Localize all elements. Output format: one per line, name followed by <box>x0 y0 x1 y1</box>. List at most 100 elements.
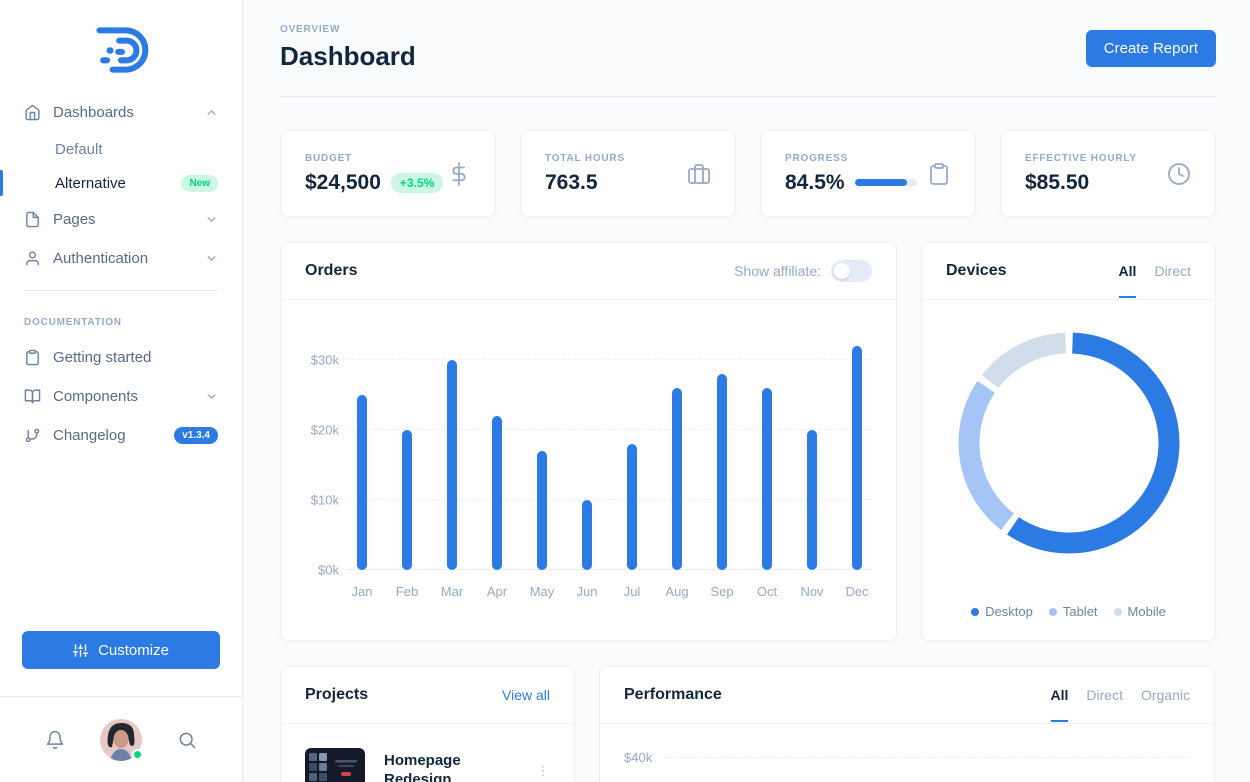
clipboard-icon <box>24 349 41 366</box>
donut-segment-tablet <box>958 332 1179 554</box>
sidebar-item-label: Dashboards <box>53 104 134 121</box>
stats-row: Budget $24,500 +3.5% Total hours 763.5 <box>280 130 1216 217</box>
bell-icon[interactable] <box>45 730 65 750</box>
sidebar-docs-nav: Getting started Components Changelog v1.… <box>0 338 242 455</box>
performance-tabs: All Direct Organic <box>1050 687 1190 722</box>
git-branch-icon <box>24 427 41 444</box>
orders-y-axis: $0k $10k $20k $30k <box>310 352 339 578</box>
orders-bar-chart: $0k $10k $20k $30k Jan Feb Mar Apr May Jun Jul Aug… <box>281 300 896 609</box>
projects-title: Projects <box>305 686 369 703</box>
stat-label: Progress <box>785 152 849 164</box>
bar <box>627 443 637 570</box>
sidebar-item-components[interactable]: Components <box>24 377 218 416</box>
stat-card-progress: Progress 84.5% <box>760 130 976 217</box>
sidebar-item-default[interactable]: Default <box>24 132 218 166</box>
stat-card-effective-hourly: Effective hourly $85.50 <box>1000 130 1216 217</box>
docs-section-heading: Documentation <box>24 317 122 328</box>
performance-title: Performance <box>624 686 722 703</box>
app-logo[interactable] <box>0 0 242 93</box>
chevron-up-icon <box>205 106 218 119</box>
show-affiliate-label: Show affiliate: <box>734 263 821 279</box>
view-all-link[interactable]: View all <box>502 687 550 703</box>
more-vertical-icon[interactable] <box>536 763 550 779</box>
stat-value: $24,500 <box>305 170 381 194</box>
divider <box>24 290 218 291</box>
bar <box>582 499 592 570</box>
performance-card: Performance All Direct Organic $40k <box>599 666 1215 782</box>
book-icon <box>24 388 41 405</box>
bar <box>852 345 862 570</box>
stat-card-budget: Budget $24,500 +3.5% <box>280 130 496 217</box>
sidebar-footer <box>0 696 242 782</box>
devices-title: Devices <box>946 262 1007 279</box>
show-affiliate-toggle[interactable] <box>831 260 872 282</box>
chevron-down-icon <box>205 213 218 226</box>
stat-label: Budget <box>305 152 353 164</box>
sidebar-item-getting-started[interactable]: Getting started <box>24 338 218 377</box>
tab-all[interactable]: All <box>1050 687 1068 722</box>
home-icon <box>24 104 41 121</box>
stat-value: 84.5% <box>785 170 845 194</box>
sidebar-item-changelog[interactable]: Changelog v1.3.4 <box>24 416 218 455</box>
sidebar-item-authentication[interactable]: Authentication <box>24 239 218 278</box>
bar <box>762 387 772 570</box>
customize-label: Customize <box>98 641 169 659</box>
page-title: Dashboard <box>280 41 416 71</box>
clipboard-icon <box>927 162 951 186</box>
sidebar-item-alternative[interactable]: Alternative New <box>0 166 218 200</box>
sidebar-item-label: Changelog <box>53 427 126 444</box>
y-tick-label: $40k <box>624 750 653 765</box>
active-indicator <box>0 170 3 196</box>
sidebar-item-label: Authentication <box>53 250 149 267</box>
user-icon <box>24 250 41 267</box>
online-status-dot <box>131 748 143 760</box>
bar <box>492 415 502 570</box>
devices-legend: Desktop Tablet Mobile <box>971 604 1166 619</box>
bar <box>357 394 367 570</box>
legend-item-tablet: Tablet <box>1048 604 1098 619</box>
tab-direct[interactable]: Direct <box>1154 263 1191 279</box>
new-badge: New <box>181 174 218 192</box>
devices-card: Devices All Direct Desktop Tablet Mobile <box>921 242 1216 641</box>
avatar[interactable] <box>99 718 143 761</box>
bar <box>807 429 817 570</box>
tab-direct[interactable]: Direct <box>1086 687 1123 703</box>
dollar-icon <box>447 161 471 186</box>
sidebar-item-label: Pages <box>53 211 96 228</box>
progress-bar <box>854 179 917 186</box>
sidebar-item-label: Alternative <box>55 174 126 192</box>
devices-tabs: All Direct <box>1118 263 1191 298</box>
breadcrumb-eyebrow: Overview <box>280 24 341 35</box>
sidebar-nav: Dashboards Default Alternative New Pages <box>0 93 242 278</box>
sidebar: Dashboards Default Alternative New Pages <box>0 0 243 782</box>
projects-card: Projects View all Homepage Redesign <box>280 666 575 782</box>
bar <box>447 359 457 570</box>
stat-value: $85.50 <box>1025 170 1090 194</box>
briefcase-icon <box>687 162 711 186</box>
tab-all[interactable]: All <box>1118 263 1136 298</box>
create-report-button[interactable]: Create Report <box>1085 29 1216 67</box>
bar <box>402 429 412 570</box>
performance-line-chart: $40k <box>600 724 1214 782</box>
main-content: Overview Dashboard Create Report Budget … <box>243 0 1250 782</box>
project-thumbnail <box>305 748 365 782</box>
dashkit-logo-icon <box>96 27 149 73</box>
file-icon <box>24 211 41 228</box>
sliders-icon <box>73 643 89 658</box>
tab-organic[interactable]: Organic <box>1141 687 1190 703</box>
orders-x-axis: Jan Feb Mar Apr May Jun Jul Aug Sep Oct Nov Dec <box>351 584 869 599</box>
sidebar-item-pages[interactable]: Pages <box>24 200 218 239</box>
legend-item-desktop: Desktop <box>971 604 1033 619</box>
stat-card-total-hours: Total hours 763.5 <box>520 130 736 217</box>
orders-plot-area <box>347 342 872 570</box>
stat-value: 763.5 <box>545 170 598 194</box>
donut-segment-mobile <box>958 332 1179 554</box>
orders-title: Orders <box>305 262 358 279</box>
customize-button[interactable]: Customize <box>22 631 220 669</box>
stat-label: Total hours <box>545 152 625 164</box>
search-icon[interactable] <box>177 730 197 750</box>
clock-icon <box>1167 162 1191 186</box>
sidebar-item-dashboards[interactable]: Dashboards <box>24 93 218 132</box>
bar <box>672 387 682 570</box>
project-list-item[interactable]: Homepage Redesign <box>281 724 574 782</box>
